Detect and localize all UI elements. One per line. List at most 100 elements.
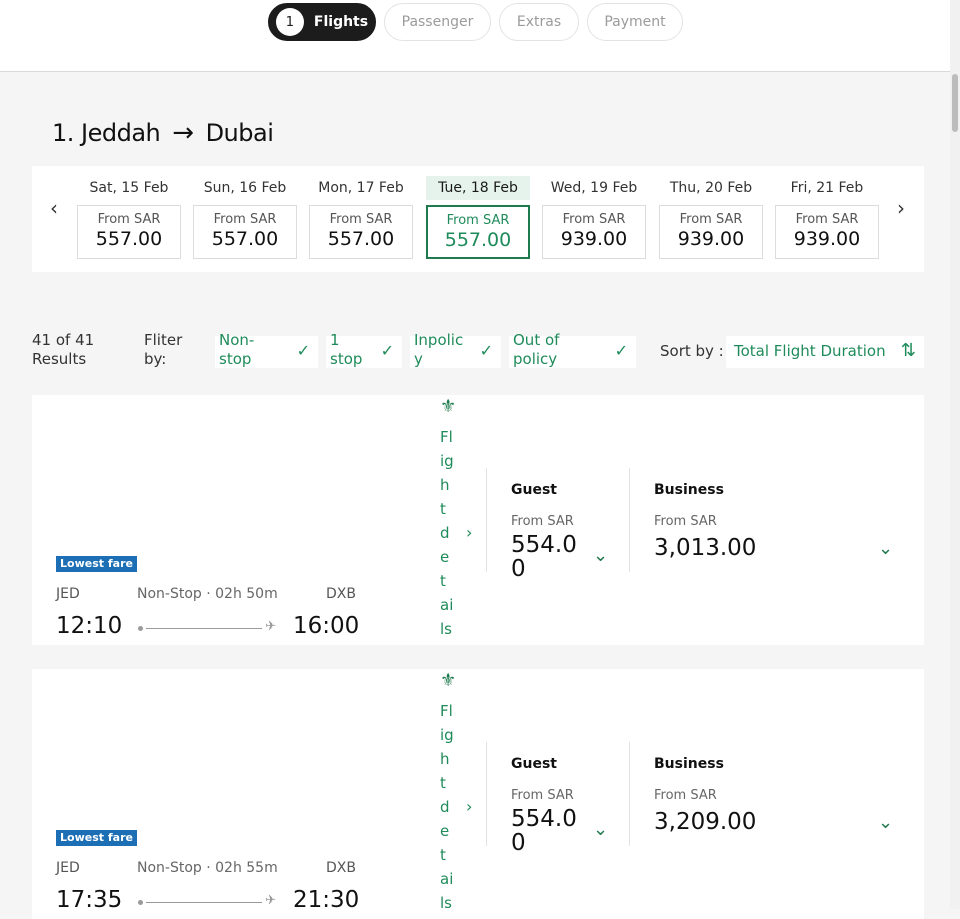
check-icon: ✓ [614,341,628,360]
date-option[interactable]: Sun, 16 Feb From SAR 557.00 [193,176,297,259]
divider [629,742,630,846]
path-line [146,902,262,903]
date-price-box[interactable]: From SAR 939.00 [659,205,763,259]
filter-chip-non-stop[interactable]: Non-stop ✓ [215,331,318,368]
step-label: Passenger [401,14,474,30]
chevron-right-icon[interactable]: › [466,523,472,542]
filter-chip-out-of-policy[interactable]: Out of policy ✓ [509,331,636,368]
progress-stepper: 1 Flights Passenger Extras Payment [0,0,960,72]
date-price: 557.00 [95,228,163,250]
stop-duration: Non-Stop · 02h 55m [137,860,278,876]
check-icon: ✓ [479,341,493,360]
fare-from-label: From SAR [511,788,574,803]
fare-class-name: Guest [511,482,557,498]
fare-class-name: Guest [511,756,557,772]
date-option[interactable]: Fri, 21 Feb From SAR 939.00 [775,176,879,259]
date-option[interactable]: Mon, 17 Feb From SAR 557.00 [309,176,413,259]
chevron-right-icon[interactable]: › [889,196,913,220]
sort-dropdown[interactable]: Total Flight Duration ⇅ [726,336,924,368]
date-price-box[interactable]: From SAR 557.00 [309,205,413,259]
route-destination: Dubai [205,119,274,147]
date-label: Wed, 19 Feb [550,180,638,196]
path-line [146,628,262,629]
chevron-down-icon[interactable]: ⌄ [593,545,608,566]
arrive-time: 16:00 [293,613,360,639]
date-selector: ‹ Sat, 15 Feb From SAR 557.00 Sun, 16 Fe… [32,166,924,272]
chevron-left-icon[interactable]: ‹ [42,196,66,220]
destination-code: DXB [326,860,356,876]
filter-chip-1-stop[interactable]: 1 stop ✓ [326,331,402,368]
flight-details-link[interactable]: Flight details [440,699,454,915]
flight-card: Lowest fare JED Non-Stop · 02h 50m DXB 1… [32,395,924,645]
chip-label: Inpolicy [414,331,464,368]
fare-from-label: From SAR [654,788,717,803]
date-option[interactable]: Thu, 20 Feb From SAR 939.00 [659,176,763,259]
chevron-down-icon[interactable]: ⌄ [878,812,893,833]
date-price-box[interactable]: From SAR 557.00 [193,205,297,259]
stop-duration: Non-Stop · 02h 50m [137,586,278,602]
destination-code: DXB [326,586,356,602]
divider [629,468,630,572]
date-from-label: From SAR [446,213,510,228]
arrive-time: 21:30 [293,887,360,913]
fare-price: 554.00 [511,806,577,856]
date-price-box[interactable]: From SAR 557.00 [426,205,530,259]
date-price: 557.00 [211,228,279,250]
step-payment[interactable]: Payment [587,3,683,41]
sort-value: Total Flight Duration [734,342,886,360]
date-label: Sun, 16 Feb [203,180,287,196]
date-label: Thu, 20 Feb [669,180,753,196]
origin-code: JED [56,860,80,876]
chevron-down-icon[interactable]: ⌄ [878,538,893,559]
flight-details-link[interactable]: Flight details [440,425,454,641]
fare-class-name: Business [654,482,724,498]
route-title: 1. Jeddah → Dubai [52,118,274,148]
date-option[interactable]: Wed, 19 Feb From SAR 939.00 [542,176,646,259]
date-price-box[interactable]: From SAR 557.00 [77,205,181,259]
divider [486,468,487,572]
origin-dot [138,900,143,905]
chip-label: 1 stop [330,331,363,368]
depart-time: 17:35 [56,887,123,913]
date-from-label: From SAR [679,212,743,227]
date-from-label: From SAR [97,212,161,227]
fare-from-label: From SAR [511,514,574,529]
date-from-label: From SAR [562,212,626,227]
date-price-box[interactable]: From SAR 939.00 [542,205,646,259]
plane-icon: ✈ [265,893,276,908]
date-option[interactable]: Sat, 15 Feb From SAR 557.00 [77,176,181,259]
chevron-down-icon[interactable]: ⌄ [593,819,608,840]
fare-from-label: From SAR [654,514,717,529]
step-extras[interactable]: Extras [499,3,579,41]
step-passenger[interactable]: Passenger [384,3,491,41]
step-flights[interactable]: 1 Flights [268,3,376,41]
filter-chip-inpolicy[interactable]: Inpolicy ✓ [410,331,501,368]
depart-time: 12:10 [56,613,123,639]
fare-price: 554.00 [511,532,577,582]
fare-price: 3,013.00 [654,535,757,561]
lowest-fare-badge: Lowest fare [56,830,137,846]
date-label: Mon, 17 Feb [318,180,404,196]
date-option-selected[interactable]: Tue, 18 Feb From SAR 557.00 [426,176,530,259]
date-from-label: From SAR [213,212,277,227]
chevron-right-icon[interactable]: › [466,797,472,816]
date-from-label: From SAR [795,212,859,227]
divider [486,742,487,846]
filter-label: Fliter by: [144,331,183,368]
airline-logo-icon: ⚜ [440,396,457,417]
page-scrollbar[interactable] [950,0,960,909]
step-label: Flights [313,14,369,30]
step-number: 1 [275,8,304,36]
origin-dot [138,626,143,631]
route-origin: 1. Jeddah [52,119,161,147]
date-price-box[interactable]: From SAR 939.00 [775,205,879,259]
scrollbar-thumb[interactable] [952,74,958,132]
sort-icon: ⇅ [900,340,916,361]
results-count: 41 of 41 Results [32,331,95,368]
step-label: Payment [604,14,666,30]
date-price: 939.00 [677,228,745,250]
lowest-fare-badge: Lowest fare [56,556,137,572]
flight-path: ✈ [138,893,276,908]
fare-price: 3,209.00 [654,809,757,835]
fare-class-name: Business [654,756,724,772]
